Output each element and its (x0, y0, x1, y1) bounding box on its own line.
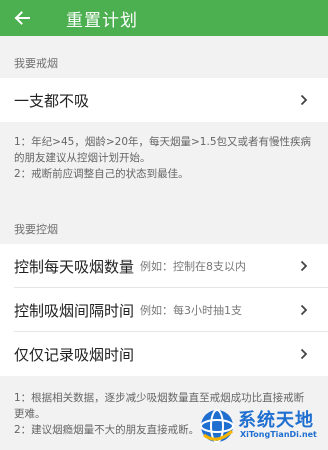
globe-logo-icon (200, 409, 234, 443)
back-button[interactable] (0, 0, 44, 36)
watermark-title: 系统天地 (238, 410, 314, 431)
option-record-only[interactable]: 仅仅记录吸烟时间 (0, 332, 328, 376)
chevron-right-icon (300, 94, 308, 106)
option-hint: 例如：控制在8支以内 (140, 260, 247, 273)
option-limit-count[interactable]: 控制每天吸烟数量 例如：控制在8支以内 (0, 244, 328, 288)
arrow-left-icon (14, 11, 30, 25)
section-header-control: 我要控烟 (0, 216, 328, 244)
option-label: 控制吸烟间隔时间 (14, 301, 135, 320)
app-bar: 重置计划 (0, 0, 328, 36)
option-quit-all[interactable]: 一支都不吸 (0, 78, 328, 122)
watermark-subtitle: XiTongTianDi.net (240, 430, 317, 439)
section-header-quit: 我要戒烟 (0, 50, 328, 78)
site-watermark: 系统天地 XiTongTianDi.net (198, 404, 326, 448)
chevron-right-icon (300, 348, 308, 360)
option-label: 一支都不吸 (14, 91, 90, 110)
option-label: 仅仅记录吸烟时间 (14, 345, 135, 364)
chevron-right-icon (300, 304, 308, 316)
quit-note-2: 2：戒断前应调整自己的状态到最佳。 (14, 168, 189, 180)
page-title: 重置计划 (66, 10, 138, 31)
quit-notes: 1：年纪>45，烟龄>20年，每天烟量>1.5包又或者有慢性疾病的朋友建议从控烟… (14, 134, 314, 182)
option-limit-interval[interactable]: 控制吸烟间隔时间 例如：每3小时抽1支 (0, 288, 328, 332)
quit-note-1: 1：年纪>45，烟龄>20年，每天烟量>1.5包又或者有慢性疾病的朋友建议从控烟… (14, 136, 311, 164)
chevron-right-icon (300, 260, 308, 272)
option-label: 控制每天吸烟数量 (14, 257, 135, 276)
option-hint: 例如：每3小时抽1支 (140, 304, 243, 317)
